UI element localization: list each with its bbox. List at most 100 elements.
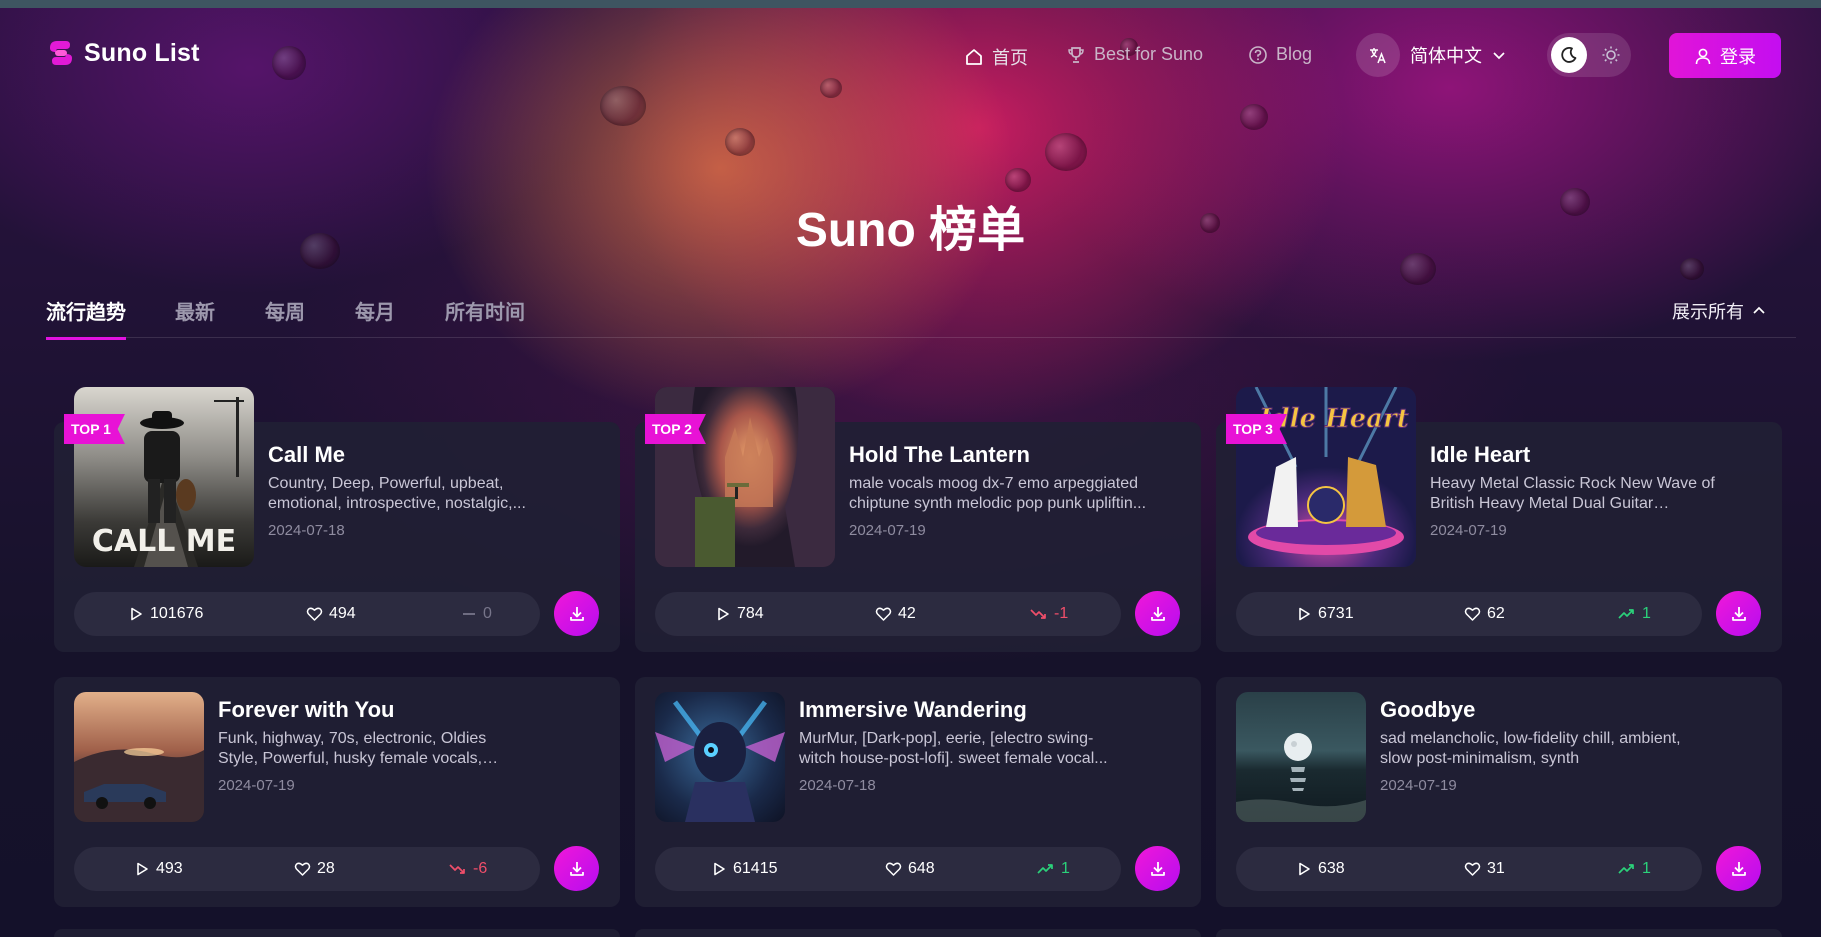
login-button[interactable]: 登录 [1669,33,1781,78]
play-count[interactable]: 784 [715,592,764,636]
suno-list-logo-icon [50,41,72,65]
song-title[interactable]: Immersive Wandering [799,697,1027,723]
top-nav: Suno List 首页 Best for Suno Blog 简体中文 登录 [46,30,1781,80]
chevron-down-icon [1493,52,1505,60]
download-button[interactable] [554,846,599,891]
like-count[interactable]: 28 [294,847,335,891]
rank-change-value: 1 [1642,860,1651,877]
language-selector[interactable]: 简体中文 [1356,30,1506,80]
download-icon [1150,606,1165,621]
download-button[interactable] [1135,591,1180,636]
nav-best-link[interactable]: Best for Suno [1066,44,1203,65]
download-button[interactable] [1716,591,1761,636]
chart-tabs: 流行趋势 最新 每周 每月 所有时间 展示所有 [46,296,1796,340]
trend-down-icon [1030,609,1046,619]
song-title[interactable]: Forever with You [218,697,394,723]
like-count[interactable]: 494 [306,592,356,636]
song-card[interactable]: CALL ME TOP 1 Call Me Country, Deep, Pow… [54,387,620,652]
song-tags: male vocals moog dx-7 emo arpeggiated ch… [849,475,1147,512]
trophy-icon [1068,46,1084,63]
song-card[interactable]: Goodbye sad melancholic, low-fidelity ch… [1216,677,1782,907]
window-top-strip [0,0,1821,8]
sun-icon[interactable] [1593,37,1629,73]
song-title[interactable]: Hold The Lantern [849,442,1030,468]
song-tags: sad melancholic, low-fidelity chill, amb… [1380,730,1681,767]
play-icon [137,862,148,876]
play-count[interactable]: 61415 [711,847,778,891]
rank-change-value: 0 [483,605,492,622]
tab-all-time[interactable]: 所有时间 [445,296,525,337]
song-date: 2024-07-19 [1380,777,1457,794]
song-cover-image[interactable] [1236,692,1366,822]
song-title[interactable]: Call Me [268,442,345,468]
play-icon [714,862,725,876]
song-tags: MurMur, [Dark-pop], eerie, [electro swin… [799,730,1108,767]
rank-change-value: -6 [473,860,488,877]
download-button[interactable] [1716,846,1761,891]
nav-home-label: 首页 [992,48,1028,68]
download-button[interactable] [554,591,599,636]
like-count[interactable]: 62 [1464,592,1505,636]
play-count-value: 6731 [1318,605,1354,622]
translate-icon [1356,33,1400,77]
song-card[interactable]: Immersive Wandering MurMur, [Dark-pop], … [635,677,1201,907]
rank-change-value: -1 [1054,605,1069,622]
rank-change: 1 [1618,592,1651,636]
moon-icon[interactable] [1551,37,1587,73]
rank-change: 1 [1037,847,1070,891]
download-icon [1731,861,1746,876]
play-count[interactable]: 6731 [1296,592,1354,636]
like-count[interactable]: 648 [885,847,935,891]
show-all-toggle[interactable]: 展示所有 [1672,298,1766,324]
song-card[interactable]: Idle Heart TOP 3 Idle Heart Heavy Metal … [1216,387,1782,652]
song-card[interactable]: TOP 2 Hold The Lantern male vocals moog … [635,387,1201,652]
nav-blog-label: Blog [1276,44,1313,64]
song-tags: Country, Deep, Powerful, upbeat, emotion… [268,475,526,512]
bubble-decoration [1680,258,1704,280]
heart-icon [294,862,311,876]
download-icon [569,861,584,876]
bubble-decoration [820,78,842,98]
tab-weekly[interactable]: 每周 [265,296,305,337]
song-card[interactable]: Forever with You Funk, highway, 70s, ele… [54,677,620,907]
download-button[interactable] [1135,846,1180,891]
song-card[interactable] [1216,929,1782,937]
nav-blog-link[interactable]: Blog [1248,44,1312,65]
song-date: 2024-07-19 [1430,522,1507,539]
trend-up-icon [1618,609,1634,619]
heart-icon [306,607,323,621]
theme-toggle[interactable] [1547,33,1631,77]
play-icon [131,607,142,621]
song-stats-bar: 784 42 -1 [655,592,1121,636]
song-card[interactable] [54,929,620,937]
song-stats-bar: 493 28 -6 [74,847,540,891]
like-count[interactable]: 31 [1464,847,1505,891]
like-count[interactable]: 42 [875,592,916,636]
play-count[interactable]: 638 [1296,847,1345,891]
brand-logo[interactable]: Suno List [46,38,200,68]
play-count[interactable]: 101676 [128,592,203,636]
trend-up-icon [1618,864,1634,874]
song-card[interactable] [635,929,1201,937]
tab-trending[interactable]: 流行趋势 [46,296,126,340]
play-count-value: 61415 [733,860,778,877]
song-date: 2024-07-19 [218,777,295,794]
trend-down-icon [449,864,465,874]
bubble-decoration [600,86,646,126]
play-count-value: 638 [1318,860,1345,877]
trend-up-icon [1037,864,1053,874]
song-cover-image[interactable] [74,692,204,822]
tab-latest[interactable]: 最新 [175,296,215,337]
brand-name: Suno List [84,38,200,67]
home-icon [966,49,982,65]
song-cover-image[interactable] [655,692,785,822]
download-icon [569,606,584,621]
tab-monthly[interactable]: 每月 [355,296,395,337]
nav-best-label: Best for Suno [1094,44,1204,64]
play-count-value: 101676 [150,605,204,622]
nav-home-link[interactable]: 首页 [964,44,1028,70]
song-title[interactable]: Idle Heart [1430,442,1530,468]
play-count[interactable]: 493 [134,847,183,891]
rank-change: 1 [1618,847,1651,891]
song-title[interactable]: Goodbye [1380,697,1475,723]
